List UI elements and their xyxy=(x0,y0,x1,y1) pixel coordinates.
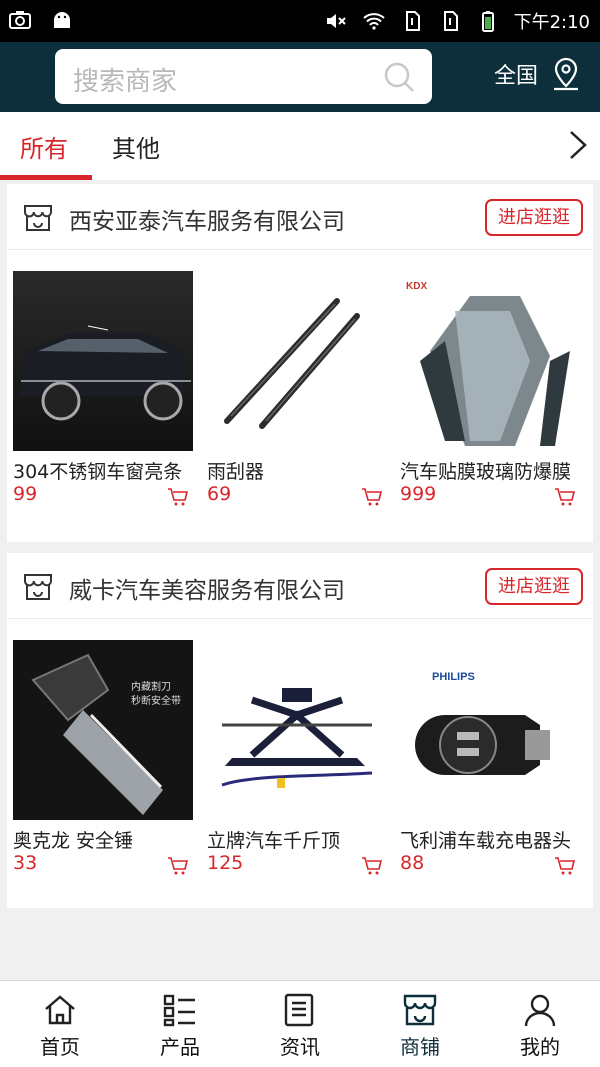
charger-brand-text: PHILIPS xyxy=(432,671,475,683)
shop-name: 威卡汽车美容服务有限公司 xyxy=(69,578,345,604)
product-price: 88 xyxy=(400,852,425,874)
nav-home-label: 首页 xyxy=(40,1035,80,1059)
product-list: 304不锈钢车窗亮条 99 雨刮器 69 KDX 汽车贴膜玻璃防爆膜 999 xyxy=(7,271,593,531)
cart-icon[interactable] xyxy=(167,856,189,876)
product-item[interactable]: 内藏割刀 秒断安全带 奥克龙 安全锤 33 xyxy=(13,640,206,890)
nav-home[interactable]: 首页 xyxy=(0,981,120,1067)
bottom-nav: 首页 产品 资讯 商铺 我的 xyxy=(0,980,600,1067)
shop-card-header[interactable]: 西安亚泰汽车服务有限公司 进店逛逛 xyxy=(7,184,593,250)
product-image-suv[interactable] xyxy=(13,271,193,451)
product-price: 33 xyxy=(13,852,38,874)
product-name: 304不锈钢车窗亮条 xyxy=(13,461,183,483)
shop-icon xyxy=(24,574,52,600)
product-price: 999 xyxy=(400,483,437,505)
nav-news-label: 资讯 xyxy=(280,1035,320,1059)
product-name: 汽车贴膜玻璃防爆膜 xyxy=(400,461,572,483)
tab-all[interactable]: 所有 xyxy=(20,129,68,164)
product-image-window-film[interactable]: KDX xyxy=(400,271,580,451)
shop-icon xyxy=(24,205,52,231)
android-icon xyxy=(54,12,70,28)
cart-icon[interactable] xyxy=(167,487,189,507)
product-item[interactable]: KDX 汽车贴膜玻璃防爆膜 999 xyxy=(400,271,593,521)
nav-shops[interactable]: 商铺 xyxy=(360,981,480,1067)
visit-shop-button[interactable]: 进店逛逛 xyxy=(485,199,583,236)
product-name: 飞利浦车载充电器头 xyxy=(400,830,572,852)
status-time: 下午2:10 xyxy=(513,12,590,33)
product-image-wiper[interactable] xyxy=(207,271,387,451)
active-tab-indicator xyxy=(0,175,92,180)
cart-icon[interactable] xyxy=(361,487,383,507)
sim1-icon xyxy=(405,11,420,31)
shop-name: 西安亚泰汽车服务有限公司 xyxy=(69,209,345,235)
user-icon xyxy=(524,994,556,1027)
product-image-safety-hammer[interactable]: 内藏割刀 秒断安全带 xyxy=(13,640,193,820)
wifi-icon xyxy=(362,13,385,30)
nav-products[interactable]: 产品 xyxy=(120,981,240,1067)
hammer-caption-1: 内藏割刀 xyxy=(131,680,171,693)
product-price: 69 xyxy=(207,483,232,505)
cart-icon[interactable] xyxy=(361,856,383,876)
product-image-scissor-jack[interactable] xyxy=(207,640,387,820)
search-placeholder: 搜索商家 xyxy=(73,67,178,97)
product-name: 雨刮器 xyxy=(207,461,265,483)
home-icon xyxy=(45,995,75,1025)
battery-icon xyxy=(481,11,494,32)
nav-news[interactable]: 资讯 xyxy=(240,981,360,1067)
hammer-caption-2: 秒断安全带 xyxy=(131,694,181,707)
camera-icon xyxy=(9,11,31,29)
news-icon xyxy=(284,993,314,1027)
product-price: 99 xyxy=(13,483,38,505)
shop-card-header[interactable]: 威卡汽车美容服务有限公司 进店逛逛 xyxy=(7,553,593,619)
visit-shop-button[interactable]: 进店逛逛 xyxy=(485,568,583,605)
shop-icon xyxy=(403,994,437,1026)
product-item[interactable]: 304不锈钢车窗亮条 99 xyxy=(13,271,206,521)
region-selector[interactable]: 全国 xyxy=(494,58,538,90)
search-input[interactable]: 搜索商家 xyxy=(55,49,432,104)
product-item[interactable]: 雨刮器 69 xyxy=(207,271,400,521)
product-name: 奥克龙 安全锤 xyxy=(13,830,134,852)
mute-icon xyxy=(326,14,346,28)
cart-icon[interactable] xyxy=(554,856,576,876)
product-price: 125 xyxy=(207,852,244,874)
tab-other[interactable]: 其他 xyxy=(112,129,160,164)
product-item[interactable]: 立牌汽车千斤顶 125 xyxy=(207,640,400,890)
search-icon[interactable] xyxy=(382,60,416,94)
sim2-icon xyxy=(443,11,458,31)
nav-me-label: 我的 xyxy=(520,1035,560,1059)
nav-shops-label: 商铺 xyxy=(400,1035,440,1059)
product-item[interactable]: PHILIPS 飞利浦车载充电器头 88 xyxy=(400,640,593,890)
nav-products-label: 产品 xyxy=(160,1035,200,1059)
shop-card: 西安亚泰汽车服务有限公司 进店逛逛 304不锈钢车窗亮条 99 雨刮器 69 K… xyxy=(7,184,593,542)
status-bar: 下午2:10 xyxy=(0,0,600,42)
film-brand-text: KDX xyxy=(406,281,427,292)
product-name: 立牌汽车千斤顶 xyxy=(207,830,341,852)
nav-me[interactable]: 我的 xyxy=(480,981,600,1067)
chevron-right-icon[interactable] xyxy=(566,128,590,162)
product-list-icon xyxy=(163,994,195,1027)
cart-icon[interactable] xyxy=(554,487,576,507)
product-list: 内藏割刀 秒断安全带 奥克龙 安全锤 33 立牌汽车千斤顶 125 PHILIP… xyxy=(7,640,593,900)
location-icon[interactable] xyxy=(550,56,582,92)
category-tabs: 所有 其他 xyxy=(0,112,600,180)
app-header: 搜索商家 全国 xyxy=(0,42,600,112)
shop-card: 威卡汽车美容服务有限公司 进店逛逛 内藏割刀 秒断安全带 奥克龙 安全锤 33 xyxy=(7,553,593,908)
product-image-car-charger[interactable]: PHILIPS xyxy=(400,640,580,820)
